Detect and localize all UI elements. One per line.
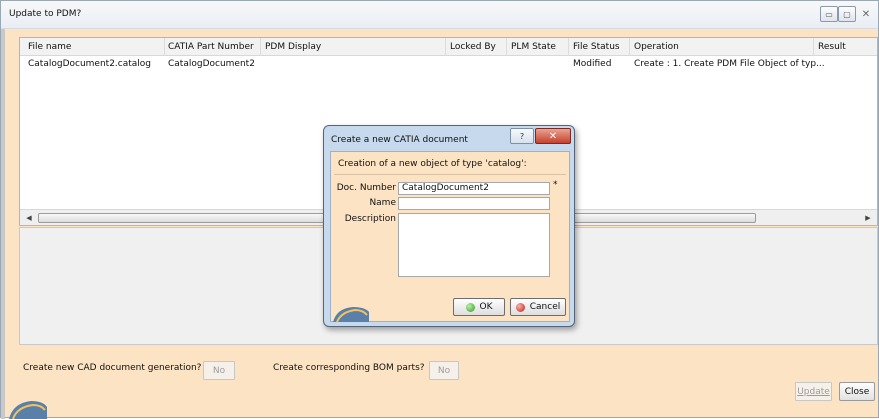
column-divider[interactable] xyxy=(506,38,507,56)
doc-number-label: Doc. Number xyxy=(336,183,396,193)
catia-logo-icon xyxy=(9,401,47,419)
window-close-button[interactable]: ✕ xyxy=(856,6,876,22)
cell-file-status: Modified xyxy=(573,59,612,69)
cad-generation-no-button[interactable]: No xyxy=(203,361,235,380)
window-left-edge xyxy=(1,29,5,419)
name-label: Name xyxy=(369,198,396,208)
scroll-right-icon[interactable]: ▶ xyxy=(861,212,875,224)
maximize-button[interactable]: ▢ xyxy=(838,6,856,22)
cell-operation: Create : 1. Create PDM File Object of ty… xyxy=(634,59,825,69)
window-titlebar[interactable]: Update to PDM? ▭ ▢ ✕ xyxy=(1,1,878,29)
description-label: Description xyxy=(344,214,396,224)
cell-file-name: CatalogDocument2.catalog xyxy=(28,59,152,69)
cell-catia-part-number: CatalogDocument2 xyxy=(168,59,255,69)
catia-logo-icon xyxy=(333,307,369,322)
close-label: Close xyxy=(844,386,870,397)
description-field[interactable] xyxy=(398,213,550,277)
close-button[interactable]: Close xyxy=(839,382,875,401)
column-header-catia-part-number[interactable]: CATIA Part Number xyxy=(168,42,254,52)
cancel-icon xyxy=(515,302,525,312)
ok-label: OK xyxy=(479,302,493,312)
column-divider[interactable] xyxy=(629,38,630,56)
bom-parts-label: Create corresponding BOM parts? xyxy=(273,363,425,373)
column-header-file-name[interactable]: File name xyxy=(28,42,71,52)
ok-button[interactable]: OK xyxy=(453,298,505,316)
dialog-close-button[interactable]: ✕ xyxy=(535,128,571,144)
cad-generation-value: No xyxy=(212,365,226,376)
column-header-plm-state[interactable]: PLM State xyxy=(511,42,556,52)
window-title: Update to PDM? xyxy=(9,9,82,19)
column-header-locked-by[interactable]: Locked By xyxy=(450,42,496,52)
column-divider[interactable] xyxy=(568,38,569,56)
column-header-result[interactable]: Result xyxy=(818,42,846,52)
column-header-operation[interactable]: Operation xyxy=(634,42,679,52)
ok-icon xyxy=(465,302,475,312)
cad-generation-label: Create new CAD document generation? xyxy=(23,363,202,373)
bom-parts-value: No xyxy=(437,365,451,376)
dialog-body: Creation of a new object of type 'catalo… xyxy=(330,151,570,322)
update-button[interactable]: Update xyxy=(795,382,832,401)
doc-number-field[interactable]: CatalogDocument2 xyxy=(398,182,550,195)
table-header: File name CATIA Part Number PDM Display … xyxy=(20,38,877,56)
column-divider[interactable] xyxy=(164,38,165,56)
close-icon: ✕ xyxy=(548,130,558,142)
dialog-help-button[interactable]: ? xyxy=(510,128,534,144)
help-icon: ? xyxy=(519,131,525,141)
column-divider[interactable] xyxy=(445,38,446,56)
create-catia-document-dialog[interactable]: Create a new CATIA document ? ✕ Creation… xyxy=(323,125,575,327)
close-icon: ✕ xyxy=(861,8,871,20)
update-label: Update xyxy=(797,386,830,397)
cancel-label: Cancel xyxy=(529,302,561,312)
dialog-title: Create a new CATIA document xyxy=(331,135,468,145)
column-divider[interactable] xyxy=(813,38,814,56)
minimize-button[interactable]: ▭ xyxy=(820,6,838,22)
minimize-icon: ▭ xyxy=(825,9,833,19)
name-field[interactable] xyxy=(398,197,550,210)
cancel-button[interactable]: Cancel xyxy=(510,298,566,316)
column-header-file-status[interactable]: File Status xyxy=(573,42,620,52)
bom-parts-no-button[interactable]: No xyxy=(429,361,459,380)
table-row[interactable]: CatalogDocument2.catalog CatalogDocument… xyxy=(20,57,877,71)
dialog-message: Creation of a new object of type 'catalo… xyxy=(338,159,527,169)
scroll-left-icon[interactable]: ◀ xyxy=(22,212,36,224)
column-header-pdm-display[interactable]: PDM Display xyxy=(265,42,321,52)
column-divider[interactable] xyxy=(260,38,261,56)
divider xyxy=(334,174,566,175)
required-marker: * xyxy=(553,180,558,190)
maximize-icon: ▢ xyxy=(843,9,851,19)
